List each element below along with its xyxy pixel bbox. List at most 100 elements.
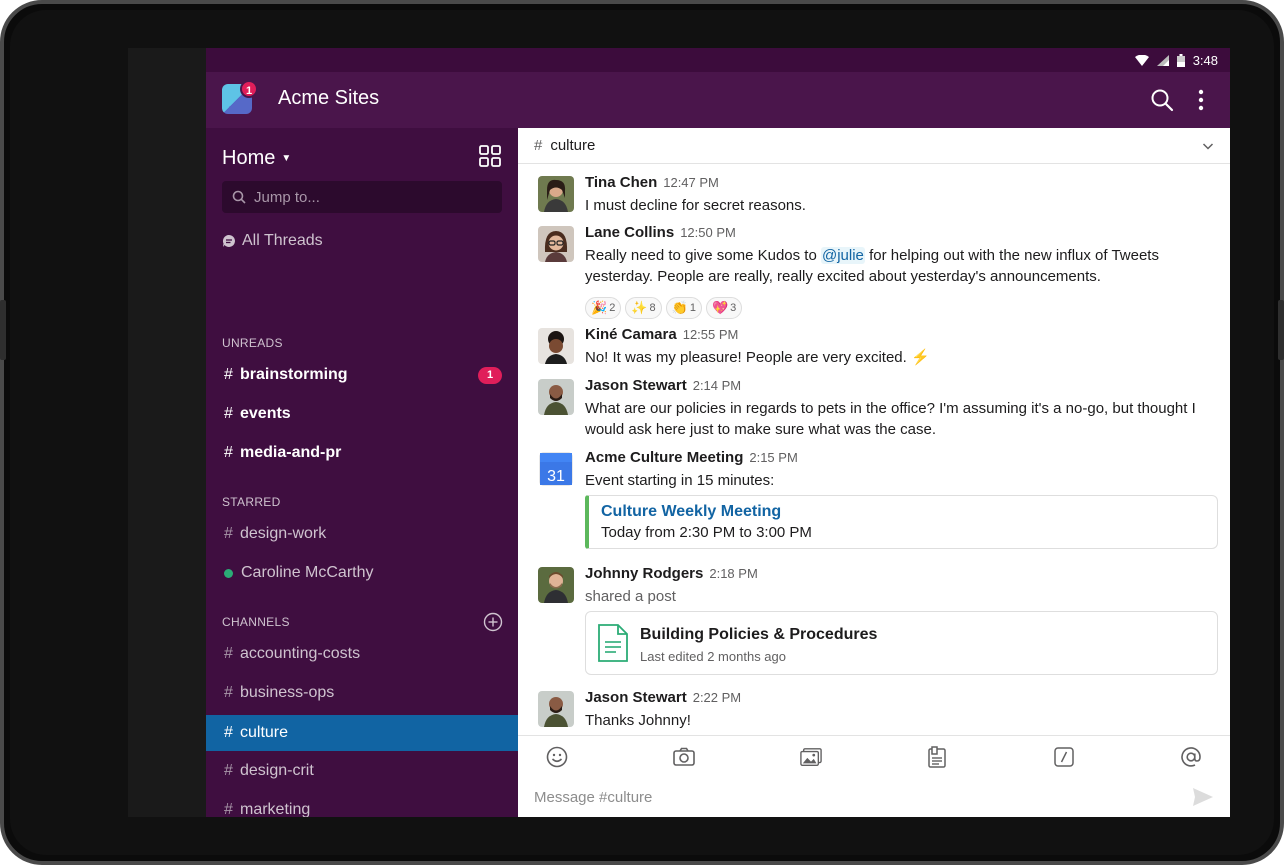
caret-down-icon: ▼ [281,153,292,164]
all-threads-item[interactable]: All Threads [222,232,323,250]
calendar-icon: 31 [539,452,573,486]
event-time: Today from 2:30 PM to 3:00 PM [601,524,812,541]
message-text: Thanks Johnny! [585,712,691,729]
message-author[interactable]: Johnny Rodgers [585,565,703,582]
sidebar-item-caroline-mccarthy[interactable]: Caroline McCarthy [206,555,518,591]
sidebar-item-design-crit[interactable]: # design-crit [206,753,518,789]
power-button [1278,300,1284,360]
avatar[interactable] [538,328,574,364]
avatar[interactable] [538,567,574,603]
threads-icon [222,234,235,247]
message-text: I must decline for secret reasons. [585,197,806,214]
channel-label: accounting-costs [240,645,361,662]
sidebar-item-brainstorming[interactable]: # brainstorming 1 [206,357,518,393]
message-time: 2:15 PM [749,450,798,465]
sidebar-item-media-and-pr[interactable]: # media-and-pr [206,435,518,471]
sidebar-item-accounting-costs[interactable]: # accounting-costs [206,636,518,672]
calendar-app-avatar[interactable]: 31 [538,451,574,487]
event-card[interactable]: Culture Weekly Meeting Today from 2:30 P… [585,495,1218,549]
grid-icon[interactable] [479,145,501,167]
presence-online-icon [224,568,233,578]
workspace-name[interactable]: Acme Sites [278,87,379,110]
event-title[interactable]: Culture Weekly Meeting [601,503,781,521]
add-channel-icon[interactable] [483,612,503,632]
post-title[interactable]: Building Policies & Procedures [640,626,877,644]
message-author[interactable]: Acme Culture Meeting [585,449,743,466]
hash-icon: # [224,762,233,779]
hash-icon: # [224,724,233,741]
reaction-heart[interactable]: 💖 3 [705,297,743,319]
workspace-badge: 1 [240,80,258,98]
camera-button[interactable] [672,746,695,768]
reaction-count: 1 [689,302,696,314]
mention-button[interactable] [1180,746,1202,768]
heart-icon: 💖 [711,300,729,315]
channel-header[interactable]: # culture [518,128,1230,164]
sidebar-item-marketing[interactable]: # marketing [206,792,518,817]
avatar[interactable] [538,379,574,415]
emoji-button[interactable] [546,746,568,768]
jump-to-placeholder: Jump to... [254,188,320,206]
channel-label: business-ops [240,684,335,701]
send-icon[interactable] [1192,787,1214,807]
sidebar-item-events[interactable]: # events [206,396,518,432]
avatar[interactable] [538,176,574,212]
hash-icon: # [224,444,233,461]
sidebar-item-design-work[interactable]: # design-work [206,516,518,552]
sparkles-icon: ✨ [631,300,648,315]
reaction-count: 8 [649,302,656,314]
message-text: shared a post [585,588,676,605]
reaction-party[interactable]: 🎉 2 [585,297,622,319]
message-author[interactable]: Tina Chen [585,174,657,191]
channels-header: CHANNELS [222,615,290,629]
user-mention[interactable]: @julie [820,247,865,264]
at-sign-icon [1181,746,1201,767]
reaction-list: 🎉 2 ✨ 8 👏 1 💖 3 [585,297,743,319]
home-switcher[interactable]: Home ▼ [222,147,291,170]
all-threads-label: All Threads [242,232,323,249]
channel-title: culture [550,137,596,154]
message-header: Jason Stewart 2:14 PM [585,377,741,394]
file-button[interactable] [926,745,948,768]
channel-label: culture [240,724,289,741]
message-author[interactable]: Lane Collins [585,224,674,241]
dm-label: Caroline McCarthy [241,564,374,581]
signal-icon [1156,55,1169,66]
jump-to-input[interactable]: Jump to... [222,181,502,213]
hash-icon: # [224,801,233,817]
message-author[interactable]: Kiné Camara [585,326,677,343]
message-author[interactable]: Jason Stewart [585,689,687,706]
photo-button[interactable] [799,746,822,768]
composer-toolbar [518,735,1230,777]
reaction-sparkles[interactable]: ✨ 8 [625,297,662,319]
file-icon [928,745,947,768]
more-vertical-icon[interactable] [1195,88,1207,112]
chevron-down-icon[interactable] [1202,140,1214,152]
message-text-content: No! It was my pleasure! People are very … [585,349,907,366]
sidebar-item-culture[interactable]: # culture [206,715,518,751]
message-input[interactable] [534,788,1154,806]
slash-icon [1054,746,1074,767]
sidebar-item-business-ops[interactable]: # business-ops [206,675,518,711]
calendar-day: 31 [547,468,565,485]
avatar[interactable] [538,691,574,727]
channel-view: # culture Tina Chen 12:47 PM I must decli… [518,128,1230,817]
channel-label: marketing [240,801,311,817]
message-time: 2:14 PM [692,378,742,393]
slash-command-button[interactable] [1053,746,1075,768]
message-header: Lane Collins 12:50 PM [585,224,736,241]
channel-label: events [240,405,291,422]
avatar[interactable] [538,226,574,262]
app-header: 1 Acme Sites [206,72,1230,128]
message-composer [518,777,1230,817]
hash-icon: # [224,684,233,701]
post-card[interactable]: Building Policies & Procedures Last edit… [585,611,1218,675]
reaction-clap[interactable]: 👏 1 [665,297,702,319]
message-header: Tina Chen 12:47 PM [585,174,719,191]
hash-icon: # [224,366,233,383]
status-bar: 3:48 [206,48,1230,72]
message-author[interactable]: Jason Stewart [585,377,687,394]
unread-badge: 1 [478,367,502,384]
message-header: Acme Culture Meeting 2:15 PM [585,449,798,466]
search-icon[interactable] [1150,88,1174,112]
